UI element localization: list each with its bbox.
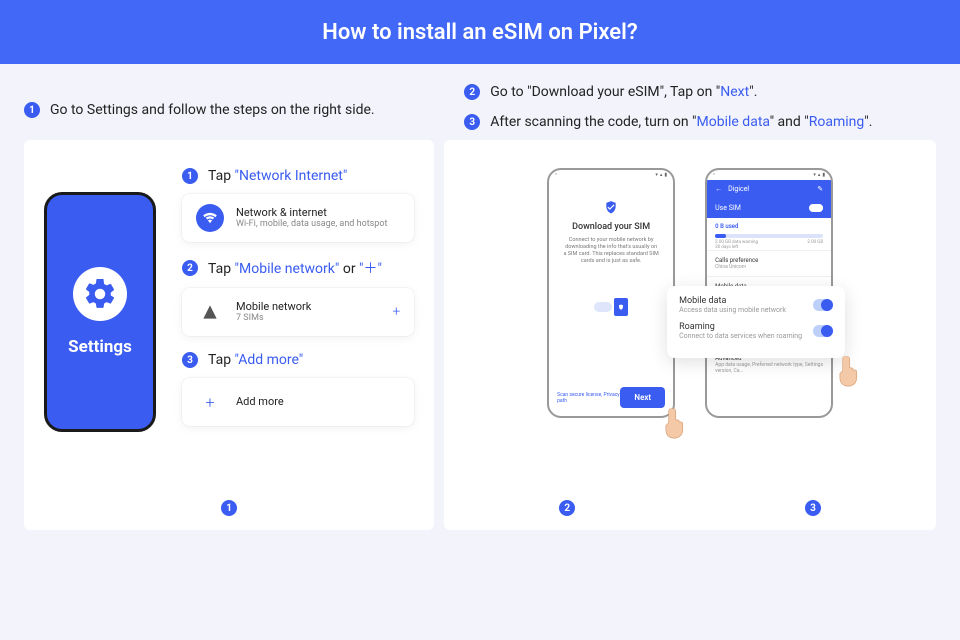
instruction-1-text: Go to Settings and follow the steps on t… — [50, 102, 375, 118]
link-next: Next — [720, 84, 749, 100]
privacy-link[interactable]: Scan secure license, Privacy path — [557, 392, 620, 404]
step-3-title: 3 Tap "Add more" — [182, 352, 414, 368]
link-mobile-data: Mobile data — [697, 114, 770, 130]
use-sim-label: Use SIM — [715, 204, 741, 212]
instruction-item-1: 1 Go to Settings and follow the steps on… — [24, 102, 434, 118]
page-header: How to install an eSIM on Pixel? — [0, 0, 960, 64]
sim-card-icon — [614, 298, 628, 316]
finger-pointer-icon — [661, 404, 689, 440]
card-title-add: Add more — [236, 395, 400, 408]
panel-2-number-b: 3 — [805, 500, 821, 516]
step-badge-2: 2 — [464, 84, 480, 100]
panel-2: • ▾▴▮ Download your SIM Connect to your … — [444, 140, 936, 530]
wifi-icon — [196, 204, 224, 232]
download-sim-phone-wrap: • ▾▴▮ Download your SIM Connect to your … — [547, 168, 675, 418]
use-sim-row[interactable]: Use SIM — [707, 198, 831, 218]
digicel-phone-wrap: • ▾▴▮ ← Digicel ✎ Use SIM 0 B used — [705, 168, 833, 418]
data-limit: 2.00 GB — [807, 240, 823, 245]
roaming-toggle[interactable] — [813, 325, 833, 337]
signal-status-icon: ▴ — [660, 172, 663, 178]
panel-2-number-a: 2 — [559, 500, 575, 516]
finger-pointer-icon-2 — [835, 352, 863, 388]
overlay-roaming-title: Roaming — [679, 322, 802, 332]
cloud-icon — [594, 302, 612, 312]
step-2-badge: 2 — [182, 260, 198, 276]
instruction-3-text: After scanning the code, turn on "Mobile… — [490, 114, 872, 130]
signal-status-icon: ▴ — [818, 172, 821, 178]
data-label: B used — [720, 223, 738, 230]
panel-1-number: 1 — [221, 500, 237, 516]
card-title-mobile: Mobile network — [236, 300, 380, 313]
next-button[interactable]: Next — [620, 387, 665, 408]
instruction-right: 2 Go to "Download your eSIM", Tap on "Ne… — [464, 84, 936, 130]
calls-pref-row[interactable]: Calls preference China Unicom — [707, 250, 831, 276]
mobile-data-toggle[interactable] — [813, 299, 833, 311]
panel-1: Settings 1 Tap "Network Internet" — [24, 140, 434, 530]
overlay-roaming-sub: Connect to data services when roaming — [679, 332, 802, 340]
status-bar-2: • ▾▴▮ — [707, 170, 831, 180]
settings-label: Settings — [68, 337, 132, 357]
download-illustration — [559, 298, 663, 316]
steps-column: 1 Tap "Network Internet" Network & inter… — [182, 168, 414, 510]
step-1-badge: 1 — [182, 168, 198, 184]
instruction-left: 1 Go to Settings and follow the steps on… — [24, 84, 434, 130]
page-title: How to install an eSIM on Pixel? — [322, 20, 637, 45]
settings-phone: Settings — [44, 192, 156, 432]
plus-icon[interactable]: + — [392, 304, 400, 320]
card-sub-network: Wi-Fi, mobile, data usage, and hotspot — [236, 219, 400, 230]
step-badge-1: 1 — [24, 102, 40, 118]
battery-status-icon: ▮ — [822, 172, 825, 178]
step-row-1: 1 Tap "Network Internet" Network & inter… — [182, 168, 414, 242]
wifi-status-icon: ▾ — [655, 172, 658, 178]
step-row-2: 2 Tap "Mobile network" or "＋" Mobile net… — [182, 258, 414, 336]
instruction-2-text: Go to "Download your eSIM", Tap on "Next… — [490, 84, 757, 100]
edit-icon[interactable]: ✎ — [817, 185, 823, 193]
data-value: 0 — [715, 223, 718, 230]
network-internet-card[interactable]: Network & internet Wi-Fi, mobile, data u… — [182, 194, 414, 242]
download-desc: Connect to your mobile network by downlo… — [559, 237, 663, 266]
panel-2-footer: 2 3 — [444, 500, 936, 516]
download-sim-phone: • ▾▴▮ Download your SIM Connect to your … — [547, 168, 675, 418]
use-sim-toggle[interactable] — [809, 204, 823, 212]
overlay-mobile-data-title: Mobile data — [679, 296, 786, 306]
usage-bar — [715, 234, 823, 238]
step-3-badge: 3 — [182, 352, 198, 368]
shield-icon — [559, 200, 663, 214]
overlay-roaming-row[interactable]: Roaming Connect to data services when ro… — [679, 322, 833, 340]
instruction-item-2: 2 Go to "Download your eSIM", Tap on "Ne… — [464, 84, 936, 100]
instructions-row: 1 Go to Settings and follow the steps on… — [0, 64, 960, 140]
battery-status-icon: ▮ — [664, 172, 667, 178]
status-bar: • ▾▴▮ — [549, 170, 673, 180]
add-more-card[interactable]: + Add more — [182, 378, 414, 426]
overlay-mobile-data-row[interactable]: Mobile data Access data using mobile net… — [679, 296, 833, 314]
days-left: 30 days left — [715, 245, 738, 250]
back-arrow-icon[interactable]: ← — [715, 185, 722, 193]
step-2-title: 2 Tap "Mobile network" or "＋" — [182, 258, 414, 278]
instruction-item-3: 3 After scanning the code, turn on "Mobi… — [464, 114, 936, 130]
carrier-name: Digicel — [728, 185, 749, 193]
overlay-card: Mobile data Access data using mobile net… — [667, 286, 845, 358]
card-sub-mobile: 7 SIMs — [236, 313, 380, 324]
panel-1-footer: 1 — [24, 500, 434, 516]
card-title-network: Network & internet — [236, 206, 400, 219]
wifi-status-icon: ▾ — [813, 172, 816, 178]
panels-row: Settings 1 Tap "Network Internet" — [0, 140, 960, 530]
plus-add-icon: + — [196, 388, 224, 416]
step-1-title: 1 Tap "Network Internet" — [182, 168, 414, 184]
gear-icon — [73, 267, 127, 321]
step-row-3: 3 Tap "Add more" + Add more — [182, 352, 414, 426]
signal-icon — [196, 298, 224, 326]
overlay-mobile-data-sub: Access data using mobile network — [679, 306, 786, 314]
download-title: Download your SIM — [559, 222, 663, 232]
step-badge-3: 3 — [464, 114, 480, 130]
digicel-header: ← Digicel ✎ — [707, 180, 831, 198]
link-roaming: Roaming — [809, 114, 865, 130]
mobile-network-card[interactable]: Mobile network 7 SIMs + — [182, 288, 414, 336]
